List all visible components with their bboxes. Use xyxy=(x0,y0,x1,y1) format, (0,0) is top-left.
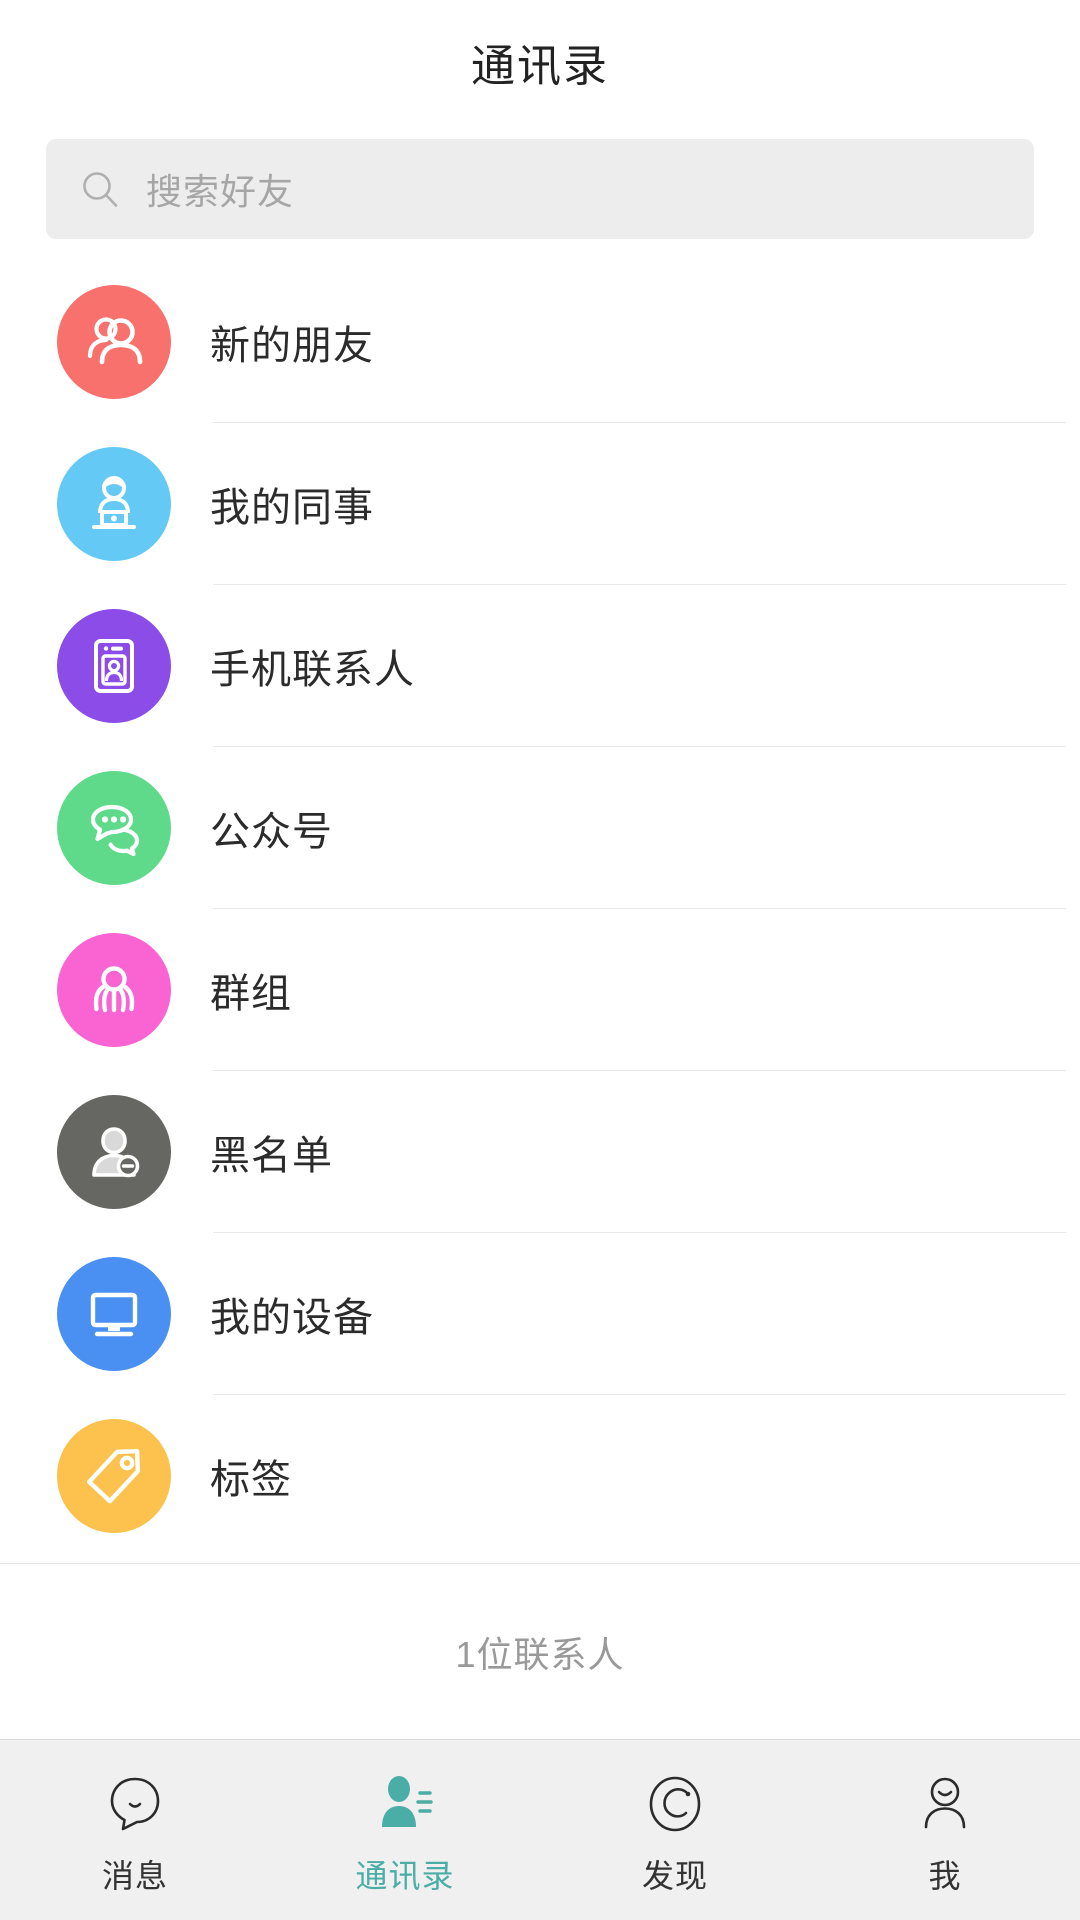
page-title: 通讯录 xyxy=(471,42,609,91)
tags-icon xyxy=(57,1419,171,1533)
list-item-label: 手机联系人 xyxy=(210,648,415,692)
tab-discover[interactable]: 发现 xyxy=(540,1740,810,1920)
list-item-label: 我的设备 xyxy=(210,1296,374,1340)
tab-contacts[interactable]: 通讯录 xyxy=(270,1740,540,1920)
discover-icon xyxy=(644,1771,706,1837)
colleagues-icon xyxy=(57,447,171,561)
search-icon xyxy=(80,169,120,209)
new-friends-icon xyxy=(57,285,171,399)
list-item-label: 我的同事 xyxy=(210,486,374,530)
search-section: 搜索好友 xyxy=(0,124,1080,261)
list-item-colleagues[interactable]: 我的同事 xyxy=(0,423,1080,585)
phone-contacts-icon xyxy=(57,609,171,723)
list-item-blacklist[interactable]: 黑名单 xyxy=(0,1071,1080,1233)
contacts-list: 新的朋友 我的同事 手机联系人 公众号 群组 黑名单 我的设备 标签 xyxy=(0,261,1080,1563)
search-placeholder: 搜索好友 xyxy=(146,171,295,212)
list-item-label: 新的朋友 xyxy=(210,324,374,368)
bottom-tab-bar: 消息 通讯录 发现 我 xyxy=(0,1739,1080,1920)
contacts-icon xyxy=(374,1771,436,1837)
my-devices-icon xyxy=(57,1257,171,1371)
tab-label: 发现 xyxy=(641,1858,708,1894)
tab-label: 消息 xyxy=(101,1858,168,1894)
profile-icon xyxy=(914,1771,976,1837)
list-item-label: 黑名单 xyxy=(210,1134,333,1178)
list-item-groups[interactable]: 群组 xyxy=(0,909,1080,1071)
official-account-icon xyxy=(57,771,171,885)
blacklist-icon xyxy=(57,1095,171,1209)
tab-label: 我 xyxy=(928,1858,962,1894)
contacts-count-section: 1位联系人 xyxy=(0,1563,1080,1739)
tab-label: 通讯录 xyxy=(355,1858,455,1894)
list-item-official-account[interactable]: 公众号 xyxy=(0,747,1080,909)
list-item-label: 群组 xyxy=(210,972,292,1016)
tab-profile[interactable]: 我 xyxy=(810,1740,1080,1920)
list-item-label: 公众号 xyxy=(210,810,333,854)
list-item-label: 标签 xyxy=(210,1458,292,1502)
chat-bubble-icon xyxy=(104,1771,166,1837)
groups-icon xyxy=(57,933,171,1047)
contacts-screen: 通讯录 搜索好友 新的朋友 我的同事 手机联系人 公众号 群组 黑名单 我的设备… xyxy=(0,0,1080,1920)
list-item-my-devices[interactable]: 我的设备 xyxy=(0,1233,1080,1395)
list-item-tags[interactable]: 标签 xyxy=(0,1395,1080,1557)
list-item-new-friends[interactable]: 新的朋友 xyxy=(0,261,1080,423)
search-input[interactable]: 搜索好友 xyxy=(46,139,1034,239)
contacts-count: 1位联系人 xyxy=(455,1633,625,1675)
page-header: 通讯录 xyxy=(0,0,1080,124)
list-item-phone-contacts[interactable]: 手机联系人 xyxy=(0,585,1080,747)
tab-messages[interactable]: 消息 xyxy=(0,1740,270,1920)
